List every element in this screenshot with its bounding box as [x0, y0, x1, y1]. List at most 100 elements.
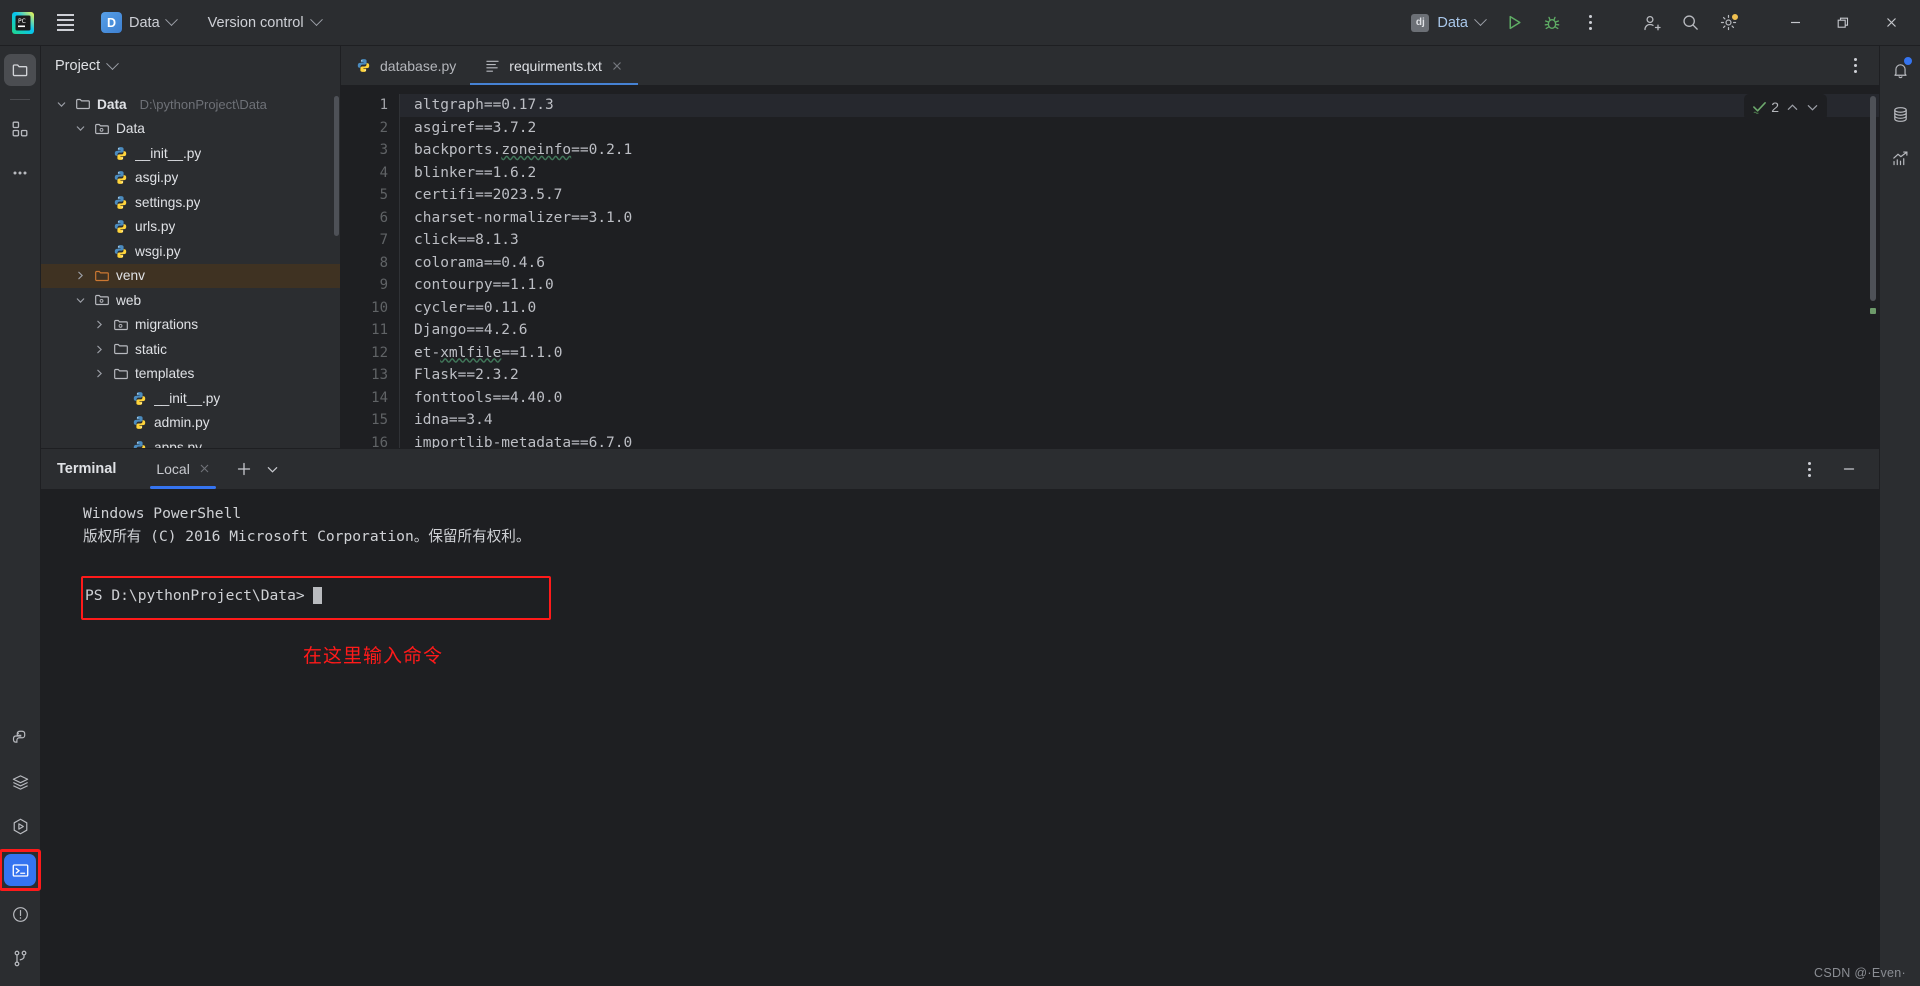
- tree-item-urls-py[interactable]: urls.py: [41, 215, 340, 240]
- code-line: altgraph==0.17.3: [400, 94, 1879, 117]
- line-number: 6: [379, 209, 388, 226]
- close-window-button[interactable]: [1868, 0, 1914, 46]
- terminal-prompt-row[interactable]: PS D:\pythonProject\Data>: [85, 587, 322, 604]
- folder-venv-icon: [93, 267, 110, 284]
- terminal-minimize-button[interactable]: [1831, 452, 1867, 486]
- minimize-window-button[interactable]: [1772, 0, 1818, 46]
- terminal-tab-local[interactable]: Local: [144, 449, 221, 489]
- project-tree[interactable]: Data D:\pythonProject\Data Data __init__.…: [41, 86, 340, 448]
- editor-marker-stripe[interactable]: [1870, 308, 1876, 314]
- run-configuration-selector[interactable]: dj Data: [1402, 8, 1494, 38]
- chevron-down-icon: [164, 13, 178, 27]
- version-control-menu[interactable]: Version control: [199, 8, 330, 38]
- tree-item-data[interactable]: Data D:\pythonProject\Data: [41, 92, 340, 117]
- chevron-right-icon[interactable]: [74, 269, 87, 282]
- terminal-options-button[interactable]: [1791, 452, 1827, 486]
- tree-item-web[interactable]: web: [41, 288, 340, 313]
- title-bar-right: dj Data: [1402, 0, 1914, 46]
- folder-module-icon: [93, 292, 110, 309]
- inspection-next-button[interactable]: [1806, 101, 1819, 114]
- sidebar-item-database-layers[interactable]: [4, 766, 36, 798]
- account-add-button[interactable]: [1634, 6, 1670, 40]
- sidebar-item-notifications[interactable]: [1884, 54, 1916, 86]
- tree-item---init---py[interactable]: __init__.py: [41, 141, 340, 166]
- tree-item-label: wsgi.py: [135, 243, 181, 259]
- sidebar-item-profiler[interactable]: [1884, 142, 1916, 174]
- run-button[interactable]: [1496, 6, 1532, 40]
- terminal-output-area[interactable]: Windows PowerShell 版权所有 (C) 2016 Microso…: [41, 489, 1879, 986]
- debug-button[interactable]: [1534, 6, 1570, 40]
- folder-module-icon: [112, 316, 129, 333]
- tree-item-static[interactable]: static: [41, 337, 340, 362]
- sidebar-item-terminal[interactable]: [0, 849, 41, 891]
- tree-arrow-placeholder: [93, 147, 106, 160]
- chevron-down-icon[interactable]: [74, 294, 87, 307]
- tree-item-templates[interactable]: templates: [41, 362, 340, 387]
- editor-scrollbar[interactable]: [1870, 96, 1876, 301]
- project-name: Data: [129, 14, 160, 31]
- sidebar-item-more-tools[interactable]: [4, 157, 36, 189]
- tree-item-admin-py[interactable]: admin.py: [41, 411, 340, 436]
- tree-item-settings-py[interactable]: settings.py: [41, 190, 340, 215]
- chevron-down-icon[interactable]: [106, 56, 120, 70]
- tree-item-wsgi-py[interactable]: wsgi.py: [41, 239, 340, 264]
- tree-item-data[interactable]: Data: [41, 117, 340, 142]
- code-line: fonttools==4.40.0: [414, 389, 563, 406]
- more-vertical-icon: [1588, 15, 1592, 30]
- code-editor[interactable]: 1 2 3 4 5 6 7 8 9 10 11 12 13 14 15 16 altgraph==0.17.3…: [341, 86, 1879, 448]
- editor-tab-database-py[interactable]: database.py: [341, 46, 470, 85]
- sidebar-item-python-console[interactable]: [4, 722, 36, 754]
- more-actions-button[interactable]: [1572, 6, 1608, 40]
- tree-arrow-placeholder: [93, 220, 106, 233]
- maximize-window-button[interactable]: [1820, 0, 1866, 46]
- close-icon[interactable]: [610, 59, 624, 73]
- editor-tabbar-actions: [1837, 46, 1879, 85]
- python-file-icon: [112, 218, 129, 235]
- close-icon[interactable]: [199, 461, 210, 477]
- tree-item-venv[interactable]: venv: [41, 263, 340, 288]
- sidebar-item-services[interactable]: [4, 810, 36, 842]
- code-line: Django==4.2.6: [414, 322, 528, 338]
- search-everywhere-button[interactable]: [1672, 6, 1708, 40]
- editor-options-button[interactable]: [1837, 49, 1873, 83]
- sidebar-item-project[interactable]: [4, 54, 36, 86]
- code-content[interactable]: altgraph==0.17.3 asgiref==3.7.2 backports.…: [400, 86, 1879, 448]
- editor-area: database.py requirments.txt 1 2 3 4 5 6 7 8 9 10 1…: [341, 46, 1879, 448]
- tree-arrow-placeholder: [112, 392, 125, 405]
- chevron-right-icon[interactable]: [93, 343, 106, 356]
- hamburger-menu-icon[interactable]: [48, 6, 82, 40]
- project-selector[interactable]: D Data: [92, 8, 185, 38]
- terminal-output-line: Windows PowerShell: [83, 505, 242, 522]
- line-number-gutter: 1 2 3 4 5 6 7 8 9 10 11 12 13 14 15 16: [341, 86, 399, 448]
- terminal-dropdown-button[interactable]: [260, 455, 286, 483]
- tree-item-label: Data: [116, 121, 145, 137]
- sidebar-item-git[interactable]: [4, 942, 36, 974]
- terminal-tab-label: Local: [156, 461, 190, 477]
- tree-item-asgi-py[interactable]: asgi.py: [41, 166, 340, 191]
- tree-item-label: asgi.py: [135, 170, 179, 186]
- line-number: 2: [379, 119, 388, 136]
- terminal-prompt-text: PS D:\pythonProject\Data>: [85, 587, 305, 604]
- sidebar-item-structure[interactable]: [4, 113, 36, 145]
- inspection-status[interactable]: 2: [1752, 99, 1779, 115]
- tree-item---init---py[interactable]: __init__.py: [41, 386, 340, 411]
- tree-arrow-placeholder: [93, 245, 106, 258]
- project-tree-scrollbar[interactable]: [334, 96, 339, 236]
- chevron-right-icon[interactable]: [93, 318, 106, 331]
- new-terminal-button[interactable]: [230, 455, 258, 483]
- stripe-divider: [10, 99, 30, 100]
- editor-tab-requirments-txt[interactable]: requirments.txt: [470, 46, 638, 85]
- code-line: cycler==0.11.0: [414, 299, 537, 316]
- tree-item-label: urls.py: [135, 219, 176, 235]
- tree-item-migrations[interactable]: migrations: [41, 313, 340, 338]
- line-number: 10: [371, 299, 388, 316]
- settings-button[interactable]: [1710, 6, 1746, 40]
- terminal-panel: Terminal Local Windows PowerShell 版权所有 (…: [41, 448, 1879, 986]
- tree-item-apps-py[interactable]: apps.py: [41, 435, 340, 448]
- chevron-right-icon[interactable]: [93, 367, 106, 380]
- chevron-down-icon[interactable]: [55, 98, 68, 111]
- inspection-prev-button[interactable]: [1786, 101, 1799, 114]
- sidebar-item-problems[interactable]: [4, 898, 36, 930]
- sidebar-item-database[interactable]: [1884, 98, 1916, 130]
- chevron-down-icon[interactable]: [74, 122, 87, 135]
